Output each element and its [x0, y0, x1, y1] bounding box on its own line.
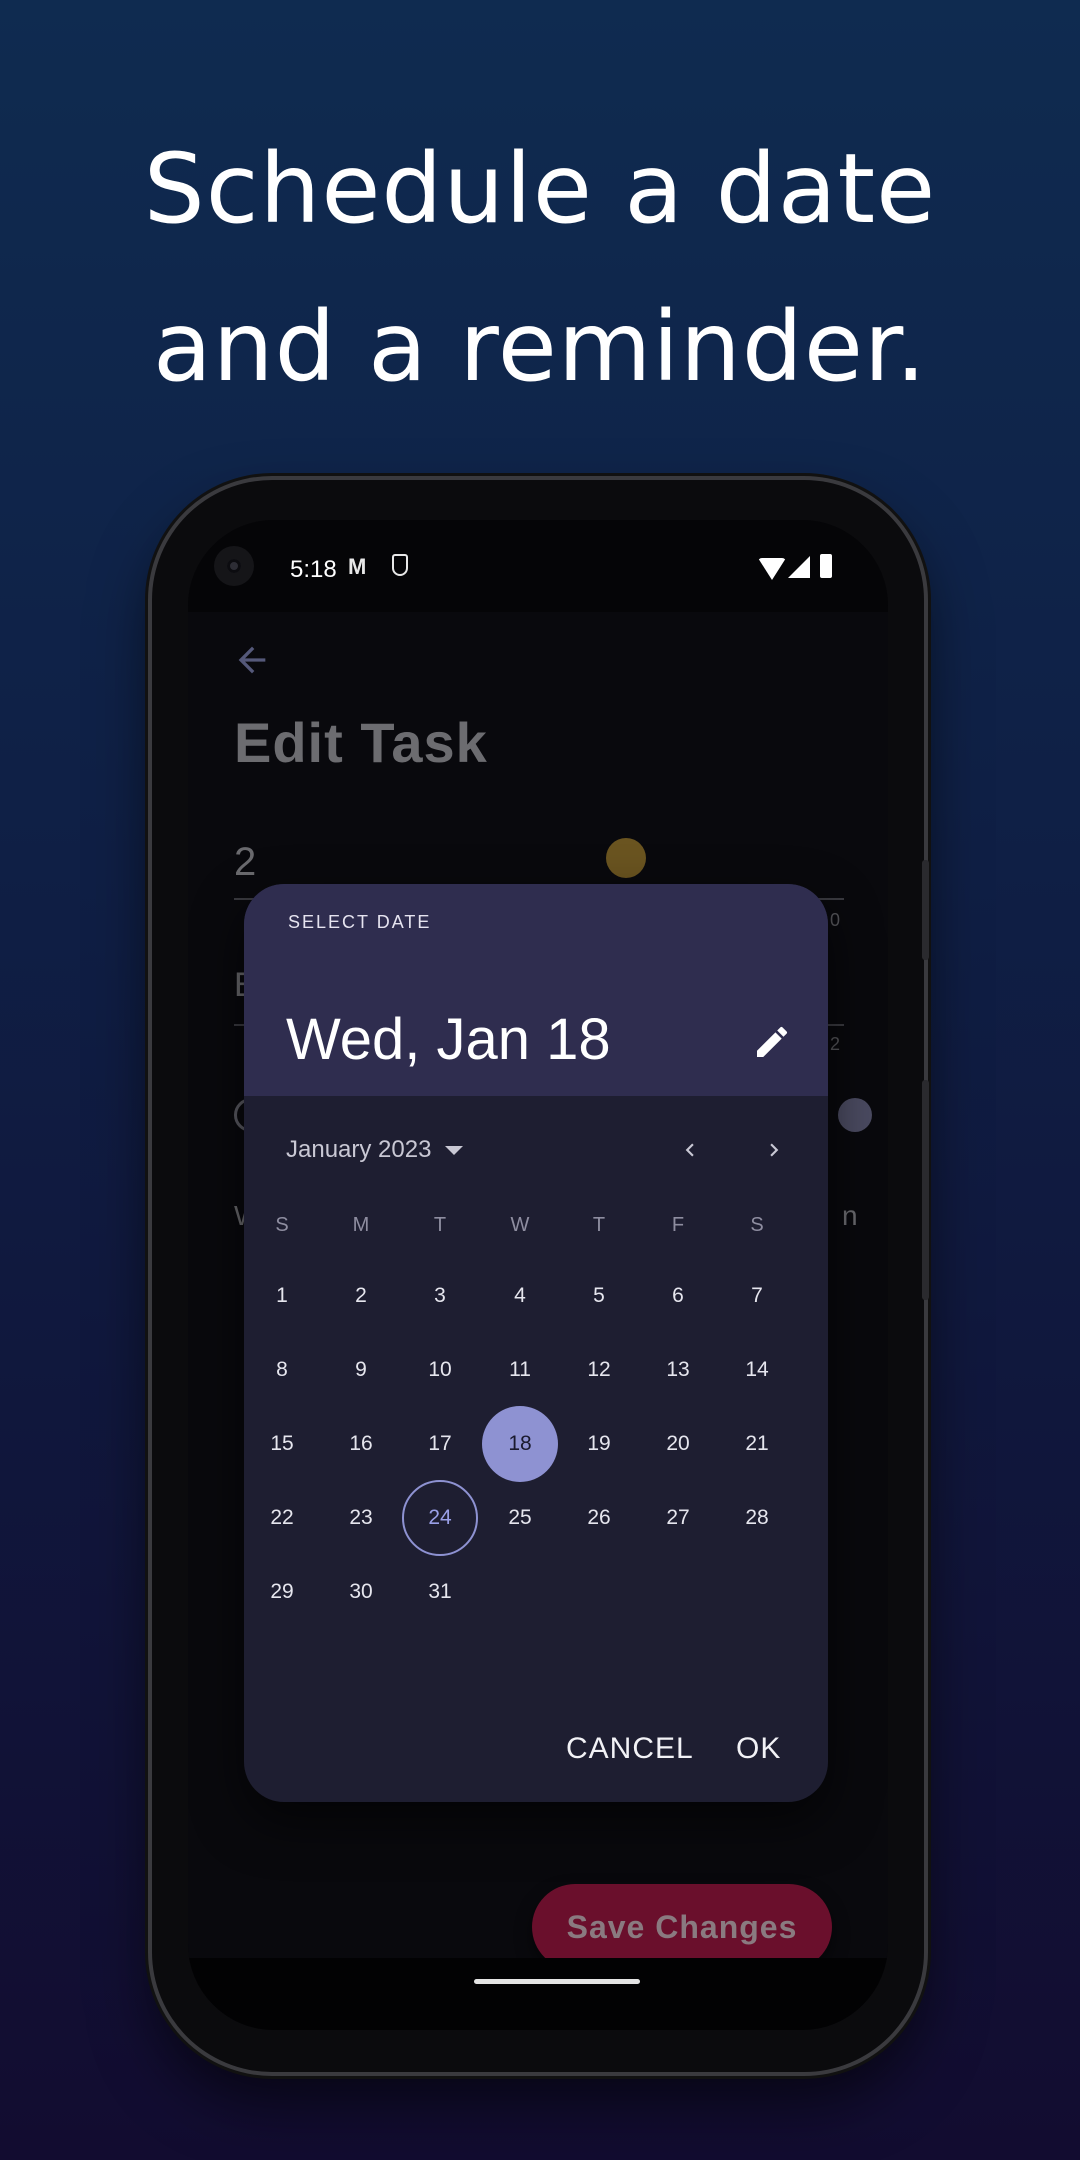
- wifi-icon: [758, 558, 786, 580]
- calendar-day[interactable]: 28: [719, 1480, 795, 1556]
- weekday-label: T: [592, 1214, 606, 1236]
- date-picker-dialog: SELECT DATE Wed, Jan 18 January 2023 S M T…: [244, 884, 828, 1802]
- calendar-day[interactable]: 10: [402, 1332, 478, 1408]
- calendar-day-today[interactable]: 24: [402, 1480, 478, 1556]
- calendar-day[interactable]: 11: [482, 1332, 558, 1408]
- power-button: [922, 860, 929, 960]
- arrow-back-icon[interactable]: [232, 640, 272, 690]
- calendar-day-selected[interactable]: 18: [482, 1406, 558, 1482]
- gmail-icon: M: [348, 554, 367, 579]
- task-name-field[interactable]: 2: [234, 840, 256, 885]
- dropdown-caret-icon: [445, 1145, 464, 1155]
- headline: Schedule a date and a reminder.: [0, 110, 1080, 426]
- camera-cutout: [214, 546, 254, 586]
- calendar-day[interactable]: 9: [323, 1332, 399, 1408]
- calendar-day[interactable]: 30: [323, 1554, 399, 1630]
- signal-icon: [788, 556, 810, 578]
- calendar-day[interactable]: 4: [482, 1258, 558, 1334]
- cancel-button[interactable]: CANCEL: [566, 1732, 694, 1766]
- calendar-day[interactable]: 6: [640, 1258, 716, 1334]
- calendar-day[interactable]: 8: [244, 1332, 320, 1408]
- toggle-icon[interactable]: [838, 1098, 872, 1132]
- headline-line-1: Schedule a date: [143, 133, 937, 245]
- status-bar: 5:18 M: [188, 520, 888, 612]
- next-month-button[interactable]: [752, 1128, 796, 1172]
- status-time: 5:18: [290, 556, 337, 583]
- calendar-day[interactable]: 25: [482, 1480, 558, 1556]
- volume-button: [922, 1080, 929, 1300]
- pencil-icon[interactable]: [752, 1022, 792, 1062]
- calendar-day[interactable]: 19: [561, 1406, 637, 1482]
- ok-button[interactable]: OK: [736, 1732, 781, 1766]
- calendar-day[interactable]: 17: [402, 1406, 478, 1482]
- weekday-label: W: [510, 1214, 530, 1236]
- shield-icon: [392, 554, 408, 576]
- weekday-label: S: [750, 1214, 764, 1236]
- emoji-icon[interactable]: [606, 838, 646, 878]
- calendar-day[interactable]: 5: [561, 1258, 637, 1334]
- date-picker-header: SELECT DATE Wed, Jan 18: [244, 884, 828, 1096]
- month-label: January 2023: [286, 1136, 432, 1163]
- calendar-day[interactable]: 26: [561, 1480, 637, 1556]
- chevron-left-icon: [685, 1143, 694, 1157]
- weekday-label: F: [671, 1214, 685, 1236]
- calendar-day[interactable]: 12: [561, 1332, 637, 1408]
- month-year-selector[interactable]: January 2023: [286, 1136, 464, 1164]
- char-counter: 0: [830, 910, 841, 930]
- weekday-label: T: [433, 1214, 447, 1236]
- chevron-right-icon: [770, 1143, 779, 1157]
- calendar-day[interactable]: 14: [719, 1332, 795, 1408]
- calendar-day[interactable]: 23: [323, 1480, 399, 1556]
- reminder-row-value: n: [842, 1200, 858, 1231]
- calendar-day[interactable]: 29: [244, 1554, 320, 1630]
- phone-frame: 5:18 M Edit Task 2 0 E 2 W n Save Change…: [152, 480, 929, 2072]
- calendar-day[interactable]: 13: [640, 1332, 716, 1408]
- page-title: Edit Task: [234, 711, 488, 774]
- calendar-day[interactable]: 1: [244, 1258, 320, 1334]
- headline-line-2: and a reminder.: [152, 291, 928, 403]
- calendar-day[interactable]: 21: [719, 1406, 795, 1482]
- calendar-day[interactable]: 2: [323, 1258, 399, 1334]
- home-indicator[interactable]: [474, 1979, 640, 1984]
- calendar-day[interactable]: 27: [640, 1480, 716, 1556]
- weekday-label: S: [275, 1214, 289, 1236]
- weekday-label: M: [352, 1214, 370, 1236]
- calendar-day[interactable]: 16: [323, 1406, 399, 1482]
- navigation-area: [188, 1958, 888, 2030]
- calendar-day[interactable]: 3: [402, 1258, 478, 1334]
- calendar-day[interactable]: 31: [402, 1554, 478, 1630]
- battery-icon: [820, 554, 832, 578]
- char-counter: 2: [830, 1034, 841, 1054]
- calendar-day[interactable]: 20: [640, 1406, 716, 1482]
- selected-date-text: Wed, Jan 18: [286, 1007, 611, 1072]
- phone-screen: 5:18 M Edit Task 2 0 E 2 W n Save Change…: [188, 520, 888, 2030]
- date-picker-label: SELECT DATE: [288, 912, 432, 932]
- calendar-day[interactable]: 7: [719, 1258, 795, 1334]
- calendar-day[interactable]: 15: [244, 1406, 320, 1482]
- calendar-day[interactable]: 22: [244, 1480, 320, 1556]
- previous-month-button[interactable]: [668, 1128, 712, 1172]
